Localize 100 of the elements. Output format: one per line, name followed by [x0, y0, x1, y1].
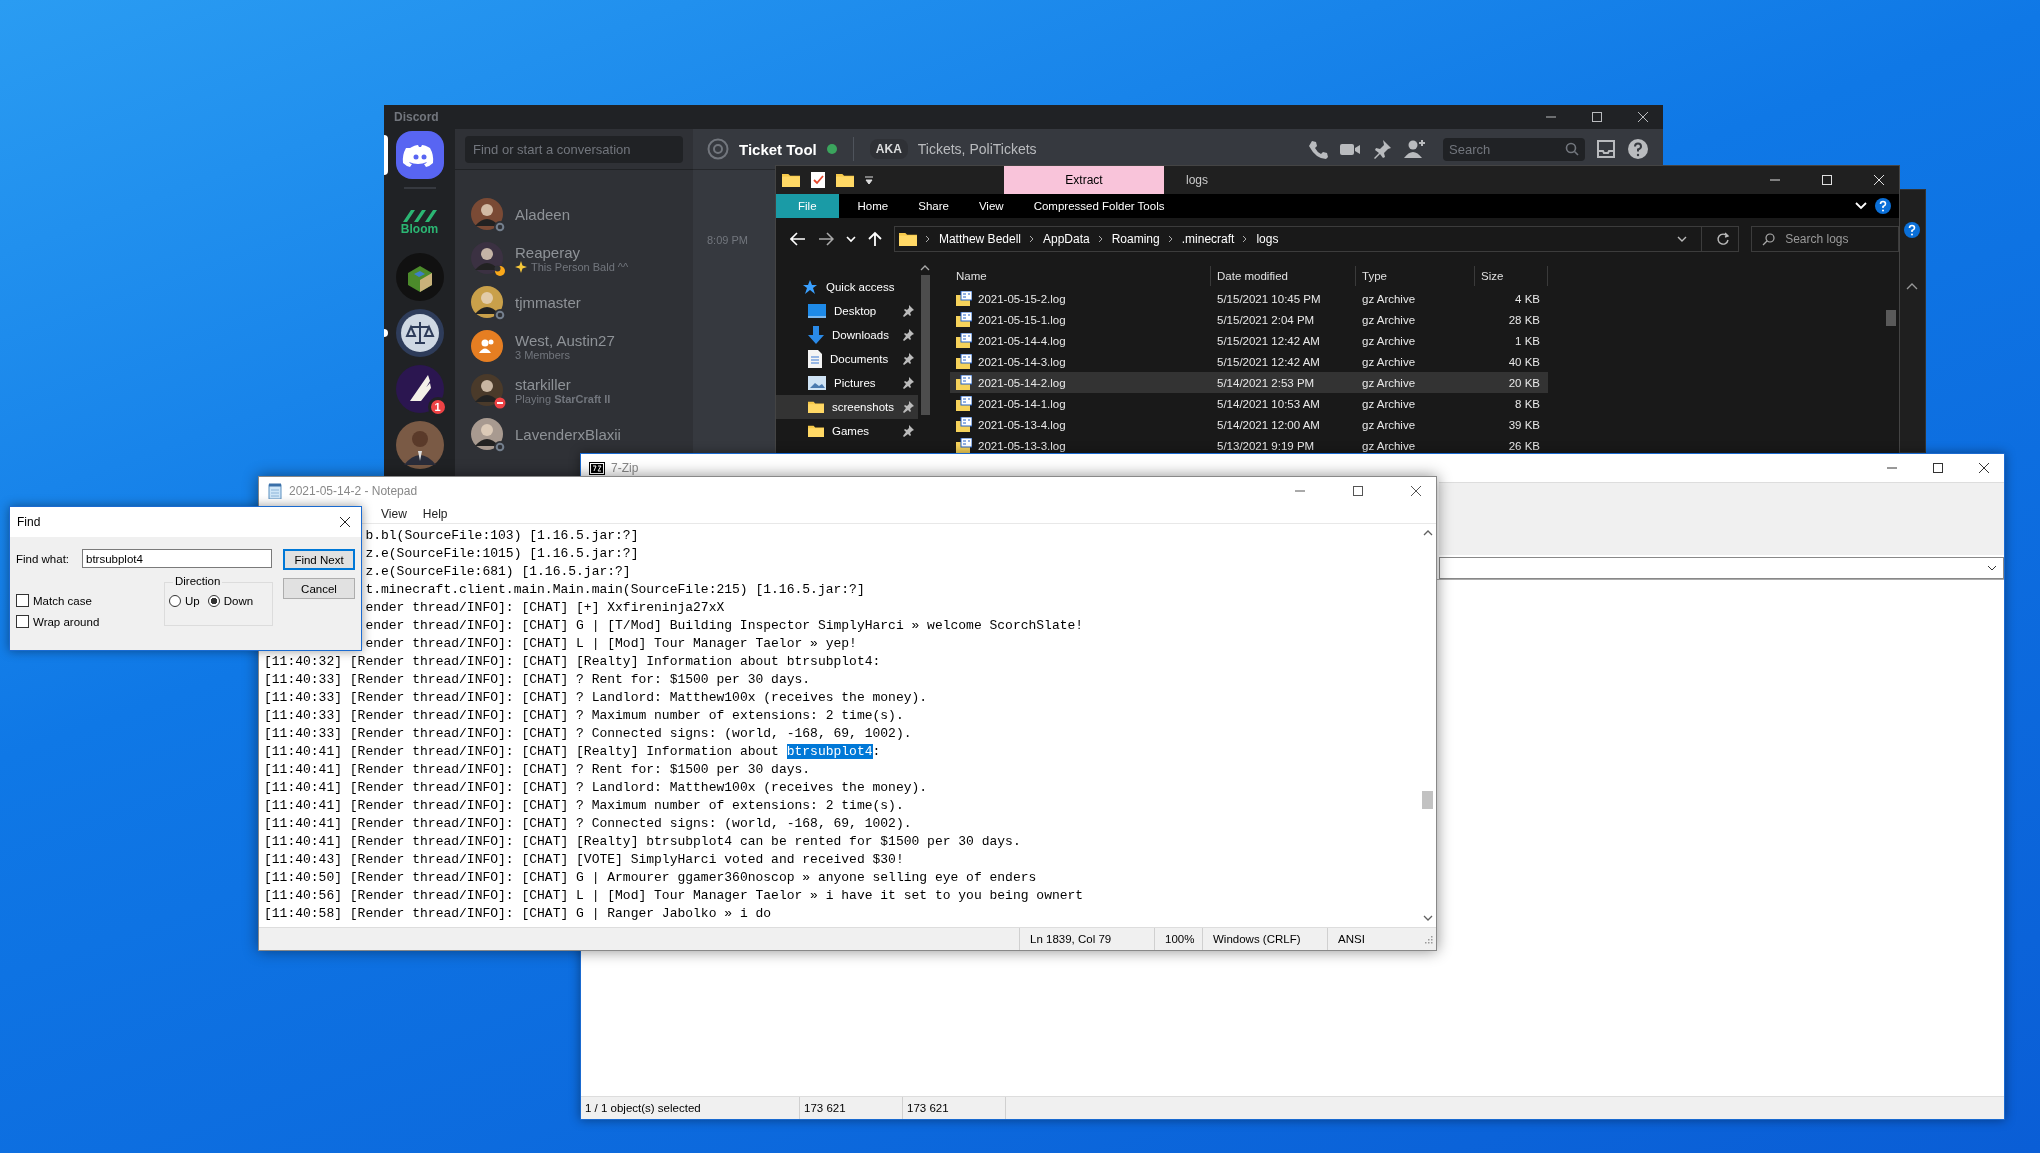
forward-arrow-icon[interactable]: [818, 232, 834, 246]
back-arrow-icon[interactable]: [790, 232, 806, 246]
dropdown-icon[interactable]: [864, 175, 874, 185]
file-row[interactable]: 2021-05-14-3.log 5/15/2021 12:42 AM gz Archive 40 KB: [950, 351, 1548, 372]
refresh-icon[interactable]: [1716, 232, 1731, 246]
file-size: 39 KB: [1507, 418, 1541, 431]
close-icon[interactable]: [1978, 462, 1990, 474]
scroll-up-icon[interactable]: [1422, 529, 1433, 537]
scroll-down-icon[interactable]: [1422, 914, 1433, 922]
file-row[interactable]: 2021-05-14-2.log 5/14/2021 2:53 PM gz Archive 20 KB: [950, 372, 1548, 393]
breadcrumb-item[interactable]: AppData: [1043, 232, 1090, 246]
server-item[interactable]: Bloom: [384, 197, 455, 245]
close-icon[interactable]: [339, 516, 351, 528]
resize-grip-icon[interactable]: [1423, 934, 1433, 944]
help-icon[interactable]: [1875, 198, 1891, 214]
log-line: [11:40:41] [Render thread/INFO]: [CHAT] ? Rent for: $1500 per 30 days.: [264, 761, 811, 779]
menu-item[interactable]: Help: [422, 506, 448, 521]
help-icon[interactable]: [1904, 222, 1920, 238]
conversation-item[interactable]: Reaperay This Person Bald ^^: [463, 237, 685, 279]
nav-item[interactable]: Desktop: [776, 299, 918, 323]
up-arrow-icon[interactable]: [867, 231, 882, 247]
conversation-item[interactable]: Aladeen: [463, 193, 685, 235]
pin-icon: [902, 377, 914, 389]
address-bar[interactable]: Matthew Bedell AppData Roaming .minecraft logs: [893, 226, 1740, 252]
discord-home-icon: [395, 131, 444, 179]
nav-label: Pictures: [834, 377, 876, 389]
properties-icon[interactable]: [810, 171, 826, 189]
context-tab-header: Extract: [1004, 166, 1164, 194]
field-label: Find what:: [16, 552, 71, 565]
maximize-icon[interactable]: [1352, 484, 1364, 497]
cancel-button[interactable]: Cancel: [283, 578, 355, 599]
nickname-list: Tickets, PoliTickets: [917, 141, 1037, 157]
ribbon-tab[interactable]: View: [967, 194, 1015, 218]
find-next-button[interactable]: Find Next: [283, 549, 355, 570]
column-header[interactable]: Name: [950, 266, 1211, 286]
inbox-icon[interactable]: [1595, 138, 1617, 160]
window-title: logs: [1185, 173, 1208, 187]
scroll-up-icon[interactable]: [920, 264, 930, 272]
add-friend-icon[interactable]: [1403, 138, 1427, 160]
file-row[interactable]: 2021-05-13-3.log 5/13/2021 9:19 PM gz Archive 26 KB: [950, 435, 1548, 456]
conversation-item[interactable]: West, Austin27 3 Members: [463, 325, 685, 367]
checkbox[interactable]: [16, 594, 29, 607]
conversation-item[interactable]: LavenderxBlaxii: [463, 413, 685, 455]
conversation-subtitle: This Person Bald ^^: [531, 260, 629, 273]
file-type: gz Archive: [1361, 439, 1417, 452]
breadcrumb-item[interactable]: Roaming: [1111, 232, 1160, 246]
chevron-down-icon[interactable]: [1677, 235, 1688, 243]
scrollbar-thumb[interactable]: [1422, 791, 1433, 809]
log-line: [11:40:58] [Render thread/INFO]: [CHAT] G | Ranger Jabolko » i do: [264, 905, 772, 923]
file-row[interactable]: 2021-05-15-2.log 5/15/2021 10:45 PM gz Archive 4 KB: [950, 288, 1548, 309]
file-row[interactable]: 2021-05-13-4.log 5/14/2021 12:00 AM gz Archive 39 KB: [950, 414, 1548, 435]
search-field[interactable]: Search: [1443, 137, 1585, 161]
nav-item[interactable]: Downloads: [776, 323, 918, 347]
search-icon: [1565, 142, 1579, 156]
breadcrumb-item[interactable]: Matthew Bedell: [938, 232, 1021, 246]
search-field[interactable]: Search logs: [1751, 226, 1899, 252]
scrollbar-thumb[interactable]: [1886, 310, 1896, 326]
close-icon[interactable]: [1410, 484, 1422, 497]
close-icon[interactable]: [1637, 111, 1649, 123]
file-row[interactable]: 2021-05-14-4.log 5/15/2021 12:42 AM gz Archive 1 KB: [950, 330, 1548, 351]
column-header[interactable]: Type: [1356, 266, 1475, 286]
nav-label: Downloads: [832, 329, 889, 341]
maximize-icon[interactable]: [1932, 462, 1944, 474]
conversation-item[interactable]: tjmmaster: [463, 281, 685, 323]
archive-file-icon: [956, 290, 972, 307]
nav-item[interactable]: screenshots: [776, 395, 918, 419]
log-line: ender thread/INFO]: [CHAT] [+] Xxfireninja27xX: [365, 599, 725, 617]
nav-item[interactable]: Pictures: [776, 371, 918, 395]
maximize-icon[interactable]: [1591, 111, 1603, 123]
log-line: [11:40:41] [Render thread/INFO]: [CHAT] [Realty] Information about btrsubplot4:: [264, 743, 881, 761]
nav-item[interactable]: Games: [776, 419, 918, 443]
star-icon: [802, 279, 818, 295]
breadcrumb-item[interactable]: logs: [1256, 232, 1279, 246]
conversation-item[interactable]: starkiller Playing StarCraft II: [463, 369, 685, 411]
chevron-up-icon[interactable]: [1906, 282, 1918, 290]
pin-icon: [902, 353, 914, 365]
search-field[interactable]: Find or start a conversation: [465, 135, 683, 163]
address-field[interactable]: [1439, 557, 2004, 579]
file-row[interactable]: 2021-05-15-1.log 5/15/2021 2:04 PM gz Archive 28 KB: [950, 309, 1548, 330]
ribbon-tab[interactable]: Home: [846, 194, 900, 218]
date-modified: 5/15/2021 2:04 PM: [1216, 313, 1316, 326]
search-field[interactable]: btrsubplot4: [82, 549, 272, 568]
file-row[interactable]: 2021-05-14-1.log 5/14/2021 10:53 AM gz Archive 8 KB: [950, 393, 1548, 414]
ribbon-tab[interactable]: Share: [907, 194, 960, 218]
nav-item[interactable]: Documents: [776, 347, 918, 371]
radio-button[interactable]: [207, 595, 220, 607]
checkbox[interactable]: [16, 615, 29, 628]
nav-item[interactable]: Quick access: [776, 275, 918, 299]
menu-item[interactable]: View: [381, 506, 407, 521]
nav-label: Desktop: [834, 305, 877, 317]
log-line: [11:40:33] [Render thread/INFO]: [CHAT] ? Landlord: Matthew100x (receives the money).: [264, 689, 928, 707]
breadcrumb-item[interactable]: .minecraft: [1181, 232, 1235, 246]
help-icon[interactable]: [1627, 138, 1649, 160]
ribbon-tab[interactable]: Compressed Folder Tools: [1022, 194, 1176, 218]
column-header[interactable]: Size: [1475, 266, 1548, 286]
radio-button[interactable]: [169, 595, 181, 607]
group-label: Direction: [173, 575, 223, 587]
phone-icon[interactable]: [1307, 138, 1329, 160]
scrollbar-thumb[interactable]: [920, 275, 930, 415]
column-header[interactable]: Date modified: [1211, 266, 1356, 286]
